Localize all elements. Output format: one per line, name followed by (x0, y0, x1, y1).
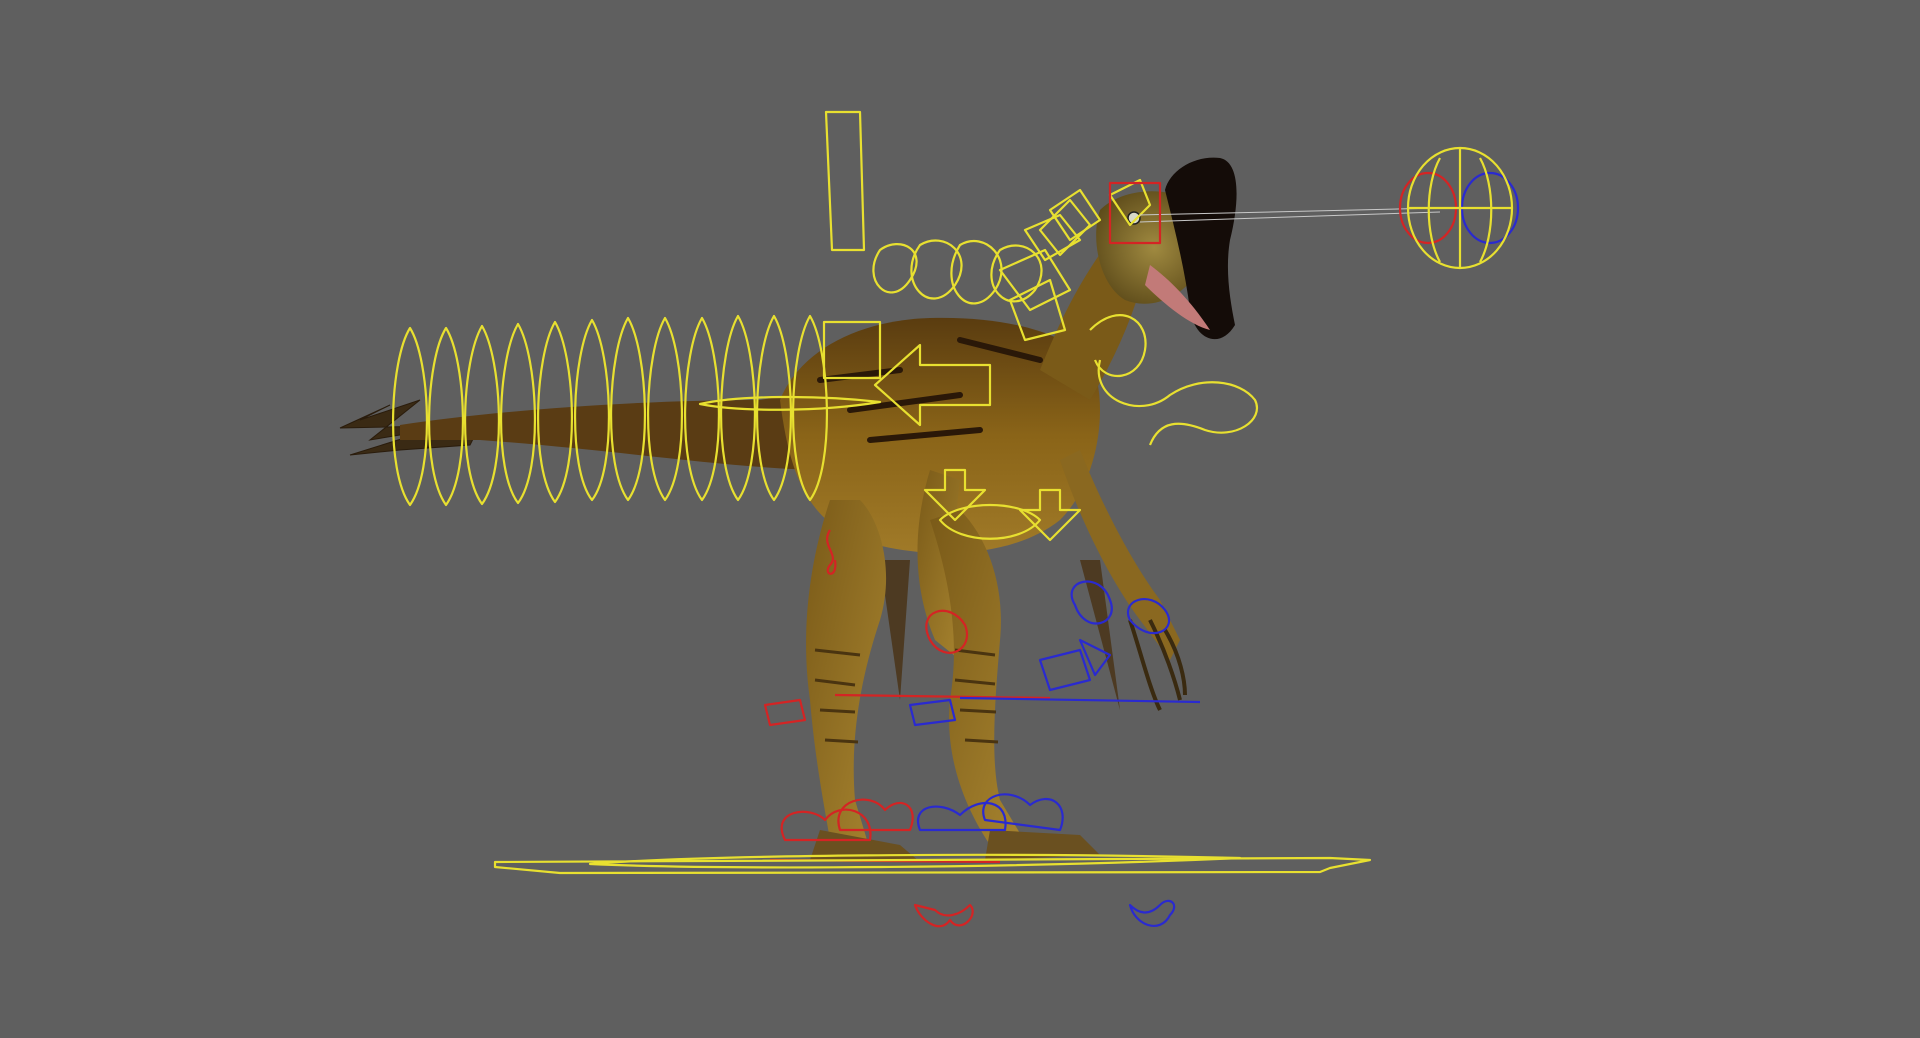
tail-control-2[interactable] (428, 326, 464, 507)
spine-loop-3[interactable] (950, 239, 1003, 305)
right-hand-line[interactable] (959, 696, 1201, 704)
right-pole-vector[interactable] (1128, 899, 1176, 927)
spine-loop-1[interactable] (872, 243, 918, 294)
right-ankle-plane[interactable] (908, 698, 957, 727)
left-pole-vector[interactable] (913, 903, 974, 928)
arm-far (1060, 450, 1180, 660)
right-hand-plane[interactable] (1038, 638, 1112, 692)
dinosaur-model-icon[interactable] (339, 157, 1237, 862)
left-ankle-plane[interactable] (763, 698, 807, 727)
master-ground-control[interactable] (493, 853, 1372, 875)
3d-viewport[interactable] (0, 0, 1920, 1038)
leg-front (930, 510, 1030, 850)
rig-scene[interactable] (0, 0, 1920, 1038)
neck-control-3[interactable] (1038, 198, 1092, 257)
left-hand-line[interactable] (834, 693, 1051, 700)
leg-back (806, 500, 887, 850)
cog-flag-control[interactable] (824, 110, 866, 252)
shoulder-loop-control[interactable] (1097, 359, 1258, 446)
